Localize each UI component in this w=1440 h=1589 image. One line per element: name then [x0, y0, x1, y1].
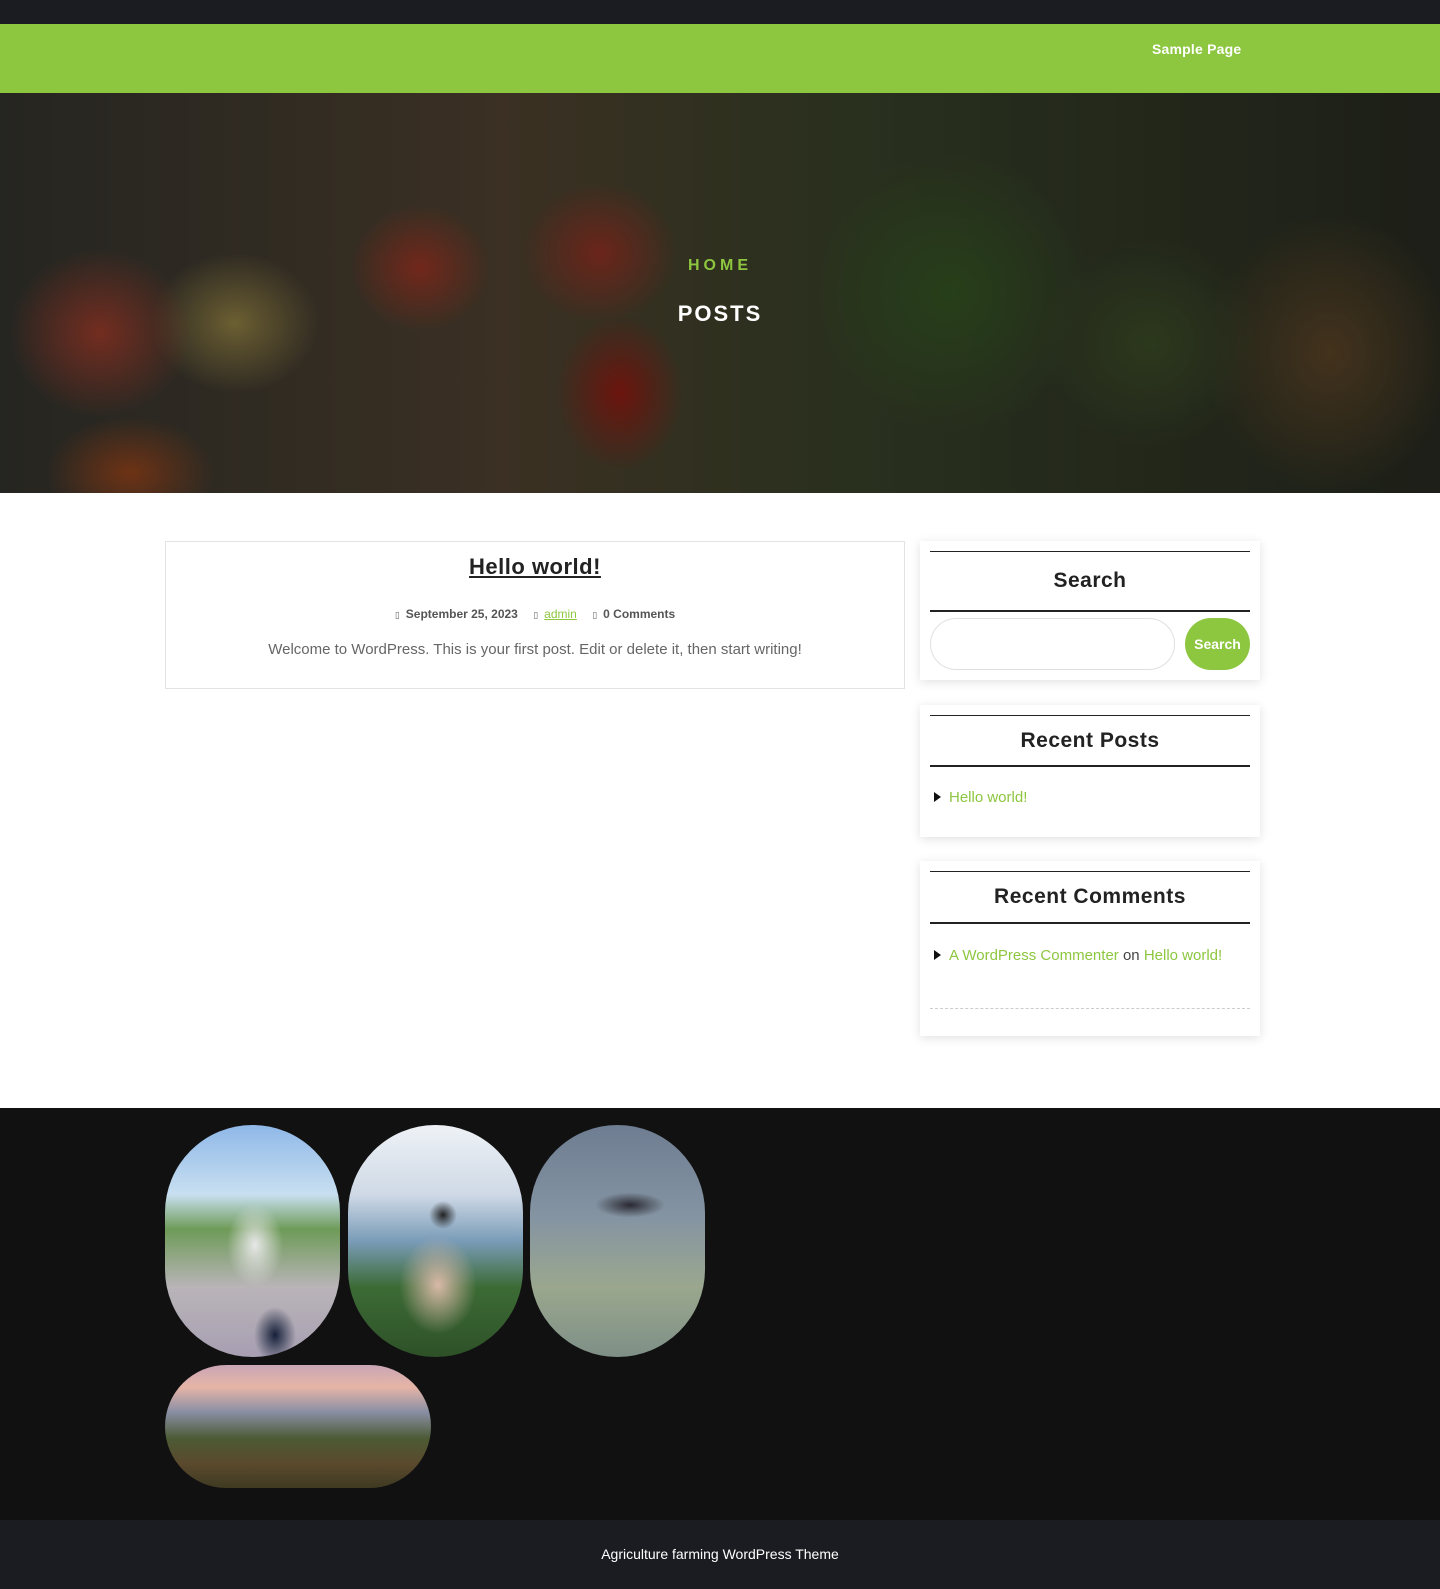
comment-post-link[interactable]: Hello world!: [1144, 947, 1222, 964]
gallery-section: [0, 1108, 1440, 1520]
post-comments-text: 0 Comments: [603, 607, 676, 621]
recent-comments-widget: Recent Comments A WordPress Commenter on…: [920, 861, 1260, 1036]
footer: Agriculture farming WordPress Theme: [0, 1520, 1440, 1589]
search-widget: Search Search: [920, 541, 1260, 680]
post-date-text: September 25, 2023: [405, 607, 518, 621]
list-item: Hello world!: [934, 783, 1234, 812]
main-navigation: [0, 24, 1440, 93]
post-author-link[interactable]: admin: [544, 607, 577, 621]
post-date: ▯ September 25, 2023: [395, 607, 518, 621]
top-bar: [0, 0, 1440, 24]
triangle-right-icon: [934, 950, 941, 960]
gallery-image-zipline[interactable]: [530, 1125, 705, 1357]
search-button[interactable]: Search: [1185, 618, 1250, 670]
calendar-icon: ▯: [394, 611, 400, 621]
comment-joiner: on: [1122, 947, 1140, 964]
list-item: A WordPress Commenter on Hello world!: [934, 941, 1234, 970]
search-widget-title: Search: [930, 551, 1250, 612]
gallery-image-cyclist[interactable]: [165, 1125, 340, 1357]
post-title-link[interactable]: Hello world!: [166, 554, 904, 580]
post-author: ▯ admin: [533, 607, 577, 621]
recent-comments-title: Recent Comments: [930, 871, 1250, 924]
recent-posts-widget: Recent Posts Hello world!: [920, 705, 1260, 837]
recent-posts-title: Recent Posts: [930, 715, 1250, 767]
recent-post-link[interactable]: Hello world!: [949, 789, 1027, 806]
post-comments: ▯ 0 Comments: [592, 607, 675, 621]
hero-banner: HOME POSTS: [0, 93, 1440, 493]
user-icon: ▯: [533, 611, 539, 621]
triangle-right-icon: [934, 792, 941, 802]
hero-overlay: [0, 93, 1440, 493]
post-excerpt: Welcome to WordPress. This is your first…: [268, 641, 802, 658]
comment-icon: ▯: [592, 611, 598, 621]
post-meta: ▯ September 25, 2023 ▯ admin ▯ 0 Comments: [166, 607, 904, 621]
breadcrumb-home[interactable]: HOME: [0, 257, 1440, 275]
nav-link-sample-page[interactable]: Sample Page: [1152, 41, 1241, 57]
footer-credit: Agriculture farming WordPress Theme: [601, 1546, 839, 1562]
search-input[interactable]: [930, 618, 1175, 670]
page-title: POSTS: [677, 301, 763, 326]
post-card: Hello world! ▯ September 25, 2023 ▯ admin …: [165, 541, 905, 689]
gallery-image-landscape[interactable]: [165, 1365, 431, 1488]
gallery-image-runner[interactable]: [348, 1125, 523, 1357]
divider: [930, 1008, 1250, 1009]
comment-author-link[interactable]: A WordPress Commenter: [949, 947, 1119, 964]
